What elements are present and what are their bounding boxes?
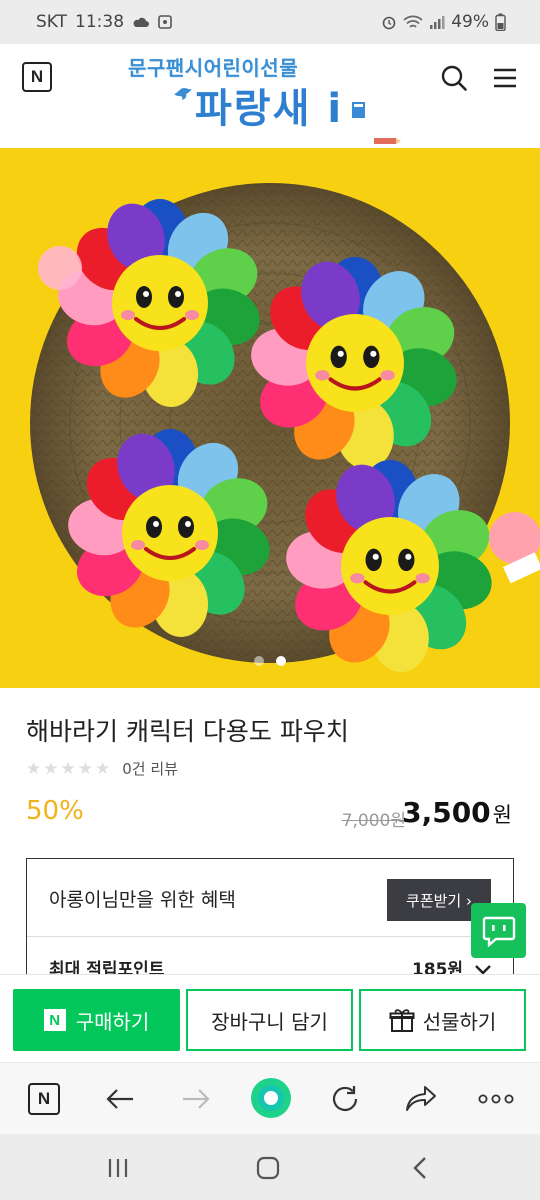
clock: 11:38: [75, 12, 125, 32]
cart-button-label: 장바구니 담기: [211, 1009, 328, 1034]
review-count[interactable]: 0건 리뷰: [122, 758, 178, 779]
gift-button-label: 선물하기: [422, 1009, 497, 1034]
battery-icon: [495, 13, 506, 31]
buy-button[interactable]: N 구매하기: [13, 989, 180, 1051]
carousel-dot-2-active[interactable]: [276, 656, 286, 666]
green-dot-icon: [251, 1078, 291, 1118]
benefit-row: 아롱이님만을 위한 혜택 쿠폰받기 ›: [27, 859, 513, 937]
battery-percent: 49%: [451, 12, 489, 32]
add-to-cart-button[interactable]: 장바구니 담기: [186, 989, 353, 1051]
home-icon: [256, 1156, 280, 1180]
naver-n-icon: N: [28, 1083, 60, 1115]
browser-home-button[interactable]: N: [26, 1081, 62, 1117]
green-dot-button[interactable]: [250, 1077, 292, 1119]
sale-price-value: 3,500: [402, 796, 491, 829]
star-icon: ★: [95, 758, 111, 779]
benefit-box: 아롱이님만을 위한 혜택 쿠폰받기 › 최대 적립포인트 185원: [26, 858, 514, 980]
buy-button-label: 구매하기: [75, 1009, 150, 1034]
star-icon: ★: [26, 758, 42, 779]
refresh-button[interactable]: [327, 1081, 363, 1117]
back-chevron-icon: [413, 1157, 426, 1179]
naver-home-button[interactable]: N: [22, 62, 52, 92]
arrow-left-icon: [106, 1089, 133, 1109]
more-button[interactable]: [476, 1081, 516, 1117]
product-title: 해바라기 캐릭터 다용도 파우치: [26, 717, 349, 746]
naver-pay-icon: N: [43, 1009, 66, 1031]
bluebird-icon: [174, 88, 192, 100]
cloud-icon: [133, 17, 150, 27]
star-icon: ★: [60, 758, 76, 779]
browser-toolbar: N: [0, 1062, 540, 1134]
discount-rate: 50%: [26, 796, 84, 826]
recent-apps-icon: [108, 1159, 128, 1177]
pencil-icon: [374, 138, 401, 144]
share-icon: [406, 1086, 436, 1111]
star-icon: ★: [77, 758, 93, 779]
alarm-icon: [382, 16, 396, 30]
carrier-label: SKT: [36, 12, 68, 32]
menu-icon[interactable]: [492, 66, 518, 90]
home-button[interactable]: [250, 1150, 286, 1186]
system-navigation-bar: [0, 1134, 540, 1200]
purchase-bar: N 구매하기 장바구니 담기 선물하기: [0, 974, 540, 1062]
share-button[interactable]: [403, 1081, 439, 1117]
sale-price: 3,500원: [402, 796, 512, 829]
recent-apps-button[interactable]: [100, 1150, 136, 1186]
store-logo[interactable]: 파랑새 i: [195, 76, 343, 134]
carousel-dot-1[interactable]: [254, 656, 264, 666]
browser-n-label: N: [37, 1089, 51, 1108]
image-notification-icon: [158, 15, 172, 29]
signal-icon: [430, 15, 445, 29]
arrow-right-icon: [183, 1089, 210, 1109]
gift-icon: [389, 1009, 415, 1032]
store-header: N 문구팬시어린이선물 파랑새 i: [0, 44, 540, 148]
search-icon[interactable]: [440, 64, 468, 92]
product-image-carousel[interactable]: [0, 148, 540, 688]
chat-icon: [482, 916, 515, 947]
rating-row[interactable]: ★ ★ ★ ★ ★ 0건 리뷰: [26, 758, 178, 779]
original-price: 7,000원: [341, 811, 406, 831]
wifi-icon: [403, 15, 423, 28]
refresh-icon: [332, 1086, 358, 1112]
forward-button[interactable]: [178, 1081, 214, 1117]
naver-n-label: N: [30, 67, 44, 86]
back-button[interactable]: [102, 1081, 138, 1117]
system-back-button[interactable]: [402, 1150, 438, 1186]
more-dots-icon: [478, 1094, 514, 1104]
gift-button[interactable]: 선물하기: [359, 989, 526, 1051]
product-photo: [0, 148, 540, 688]
talktalk-chat-button[interactable]: [471, 903, 526, 958]
status-bar: SKT 11:38 49%: [0, 0, 540, 44]
star-icon: ★: [43, 758, 59, 779]
benefit-text: 아롱이님만을 위한 혜택: [49, 889, 236, 911]
sale-price-unit: 원: [492, 803, 512, 827]
book-icon: [352, 102, 365, 118]
